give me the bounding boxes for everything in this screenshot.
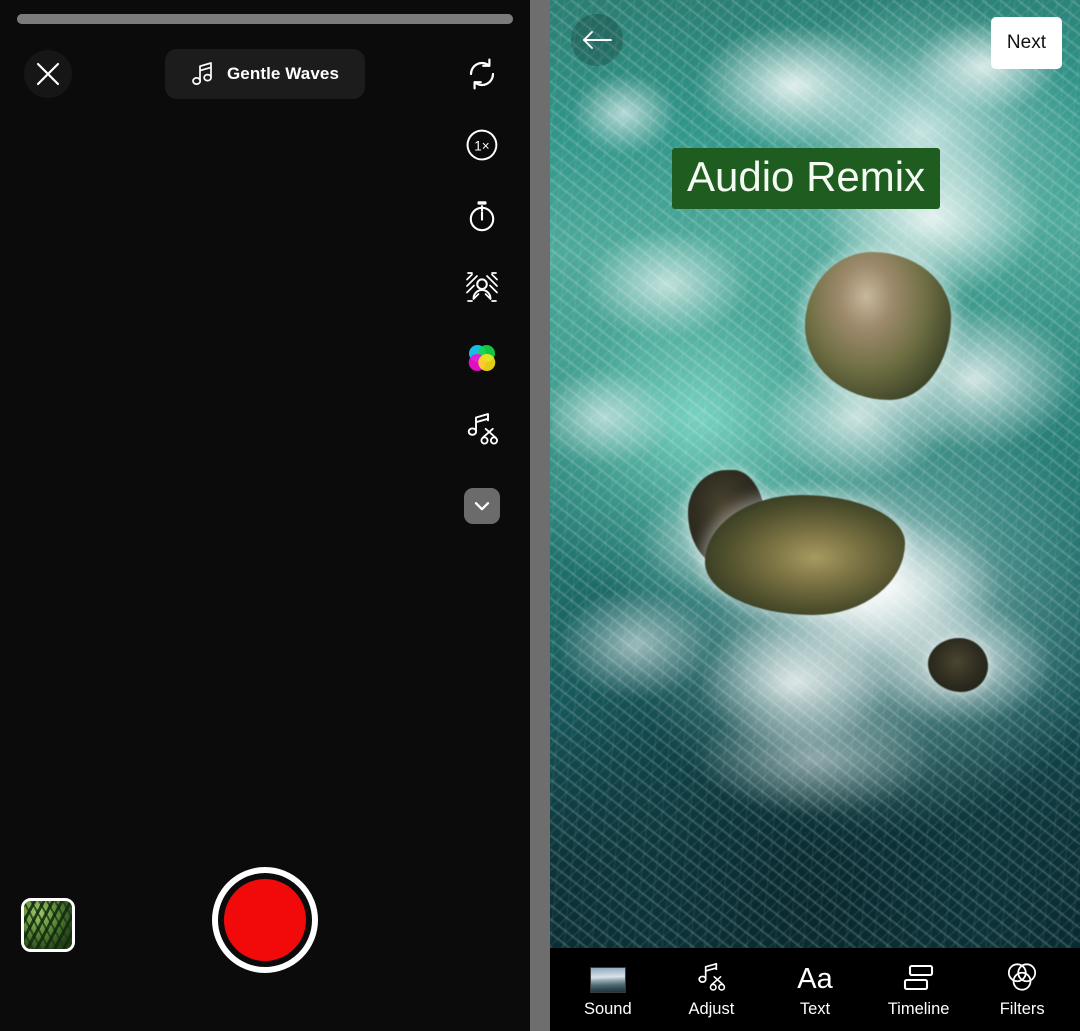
app-root: Gentle Waves 1× Next Audio Remix Sound A… <box>0 0 1080 1031</box>
recording-progress-bar[interactable] <box>17 14 513 24</box>
toolbar-label-text: Text <box>799 999 831 1018</box>
chevron-down-icon <box>471 495 493 517</box>
timer-button[interactable] <box>450 192 514 240</box>
gallery-thumbnail-image <box>24 901 72 949</box>
trim-audio-icon <box>694 961 728 993</box>
toolbar-item-adjust[interactable]: Adjust <box>663 961 759 1019</box>
retouch-button[interactable] <box>450 263 514 311</box>
close-icon <box>33 59 63 89</box>
camera-capture-panel: Gentle Waves 1× <box>0 0 530 1031</box>
gallery-thumbnail[interactable] <box>21 898 75 952</box>
recording-progress-fill <box>17 14 513 24</box>
collapse-tools-button[interactable] <box>464 488 500 524</box>
timeline-icon <box>902 961 936 993</box>
editor-bottom-toolbar: Sound Adjust Aa Text Timeline Filters <box>550 948 1080 1031</box>
sound-thumbnail-icon <box>589 961 626 993</box>
timer-icon <box>464 198 500 234</box>
next-button[interactable]: Next <box>990 17 1062 69</box>
rock-small-right <box>928 638 988 692</box>
spray-texture-layer <box>550 0 1080 948</box>
svg-text:1×: 1× <box>474 139 489 154</box>
trim-audio-icon <box>464 411 500 447</box>
trim-audio-button[interactable] <box>450 405 514 453</box>
arrow-left-icon <box>580 28 614 52</box>
toolbar-item-text[interactable]: Aa Text <box>767 961 863 1019</box>
back-button[interactable] <box>571 14 623 66</box>
speed-1x-icon: 1× <box>464 127 500 163</box>
video-editor-panel: Next Audio Remix Sound Adjust Aa Text Ti… <box>550 0 1080 1031</box>
toolbar-label-adjust: Adjust <box>688 999 735 1018</box>
record-button-inner <box>224 879 306 961</box>
flip-camera-icon <box>464 56 500 92</box>
text-aa-icon: Aa <box>794 961 836 993</box>
toolbar-item-timeline[interactable]: Timeline <box>871 961 967 1019</box>
text-overlay[interactable]: Audio Remix <box>672 148 941 210</box>
toolbar-item-filters[interactable]: Filters <box>974 961 1070 1019</box>
toolbar-item-sound[interactable]: Sound <box>560 961 656 1019</box>
panel-divider <box>530 0 550 1031</box>
music-track-label: Gentle Waves <box>226 64 340 83</box>
toolbar-label-sound: Sound <box>583 999 632 1018</box>
color-filters-button[interactable] <box>450 334 514 382</box>
close-camera-button[interactable] <box>24 50 72 98</box>
record-button[interactable] <box>212 867 318 973</box>
toolbar-label-timeline: Timeline <box>887 999 950 1018</box>
music-track-chip[interactable]: Gentle Waves <box>165 49 365 99</box>
toolbar-label-filters: Filters <box>999 999 1045 1018</box>
music-note-icon <box>191 61 215 87</box>
retouch-icon <box>464 269 500 305</box>
color-filters-icon <box>465 341 499 375</box>
svg-text:Aa: Aa <box>797 963 833 993</box>
filters-circles-icon <box>1005 961 1039 993</box>
camera-tool-rail: 1× <box>450 50 514 524</box>
video-preview[interactable] <box>550 0 1080 948</box>
flip-camera-button[interactable] <box>450 50 514 98</box>
speed-button[interactable]: 1× <box>450 121 514 169</box>
